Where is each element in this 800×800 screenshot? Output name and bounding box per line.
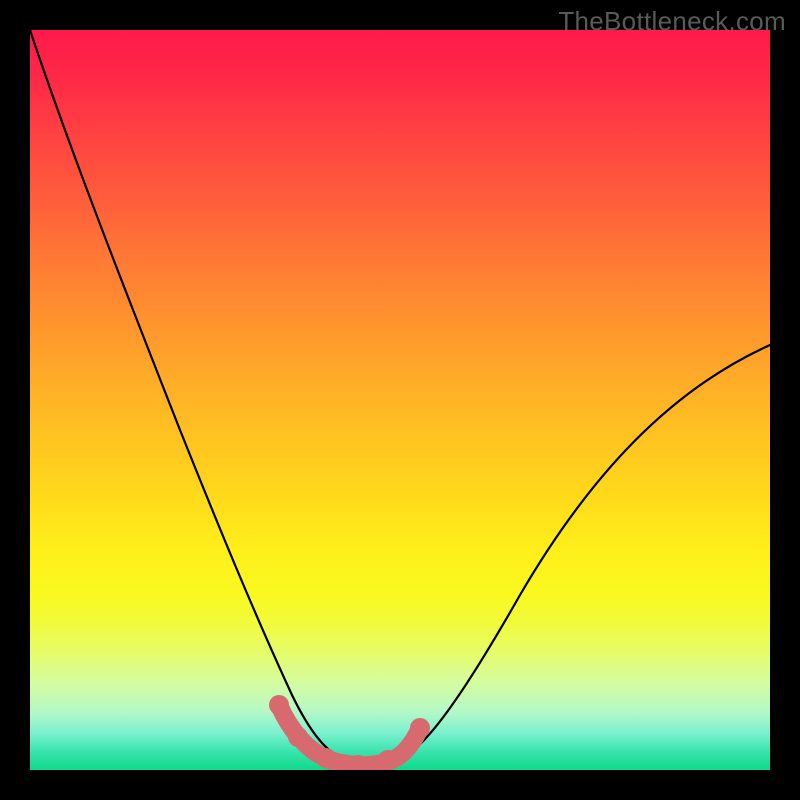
bottleneck-curve bbox=[30, 30, 770, 765]
plot-area bbox=[30, 30, 770, 770]
basin-dot-2 bbox=[288, 727, 308, 747]
curve-overlay bbox=[30, 30, 770, 770]
basin-dot-right bbox=[410, 718, 430, 738]
basin-dot-5 bbox=[378, 750, 398, 770]
basin-dot-left bbox=[269, 695, 289, 715]
basin-dot-3 bbox=[316, 748, 336, 768]
watermark-text: TheBottleneck.com bbox=[558, 6, 786, 37]
chart-frame: TheBottleneck.com bbox=[0, 0, 800, 800]
